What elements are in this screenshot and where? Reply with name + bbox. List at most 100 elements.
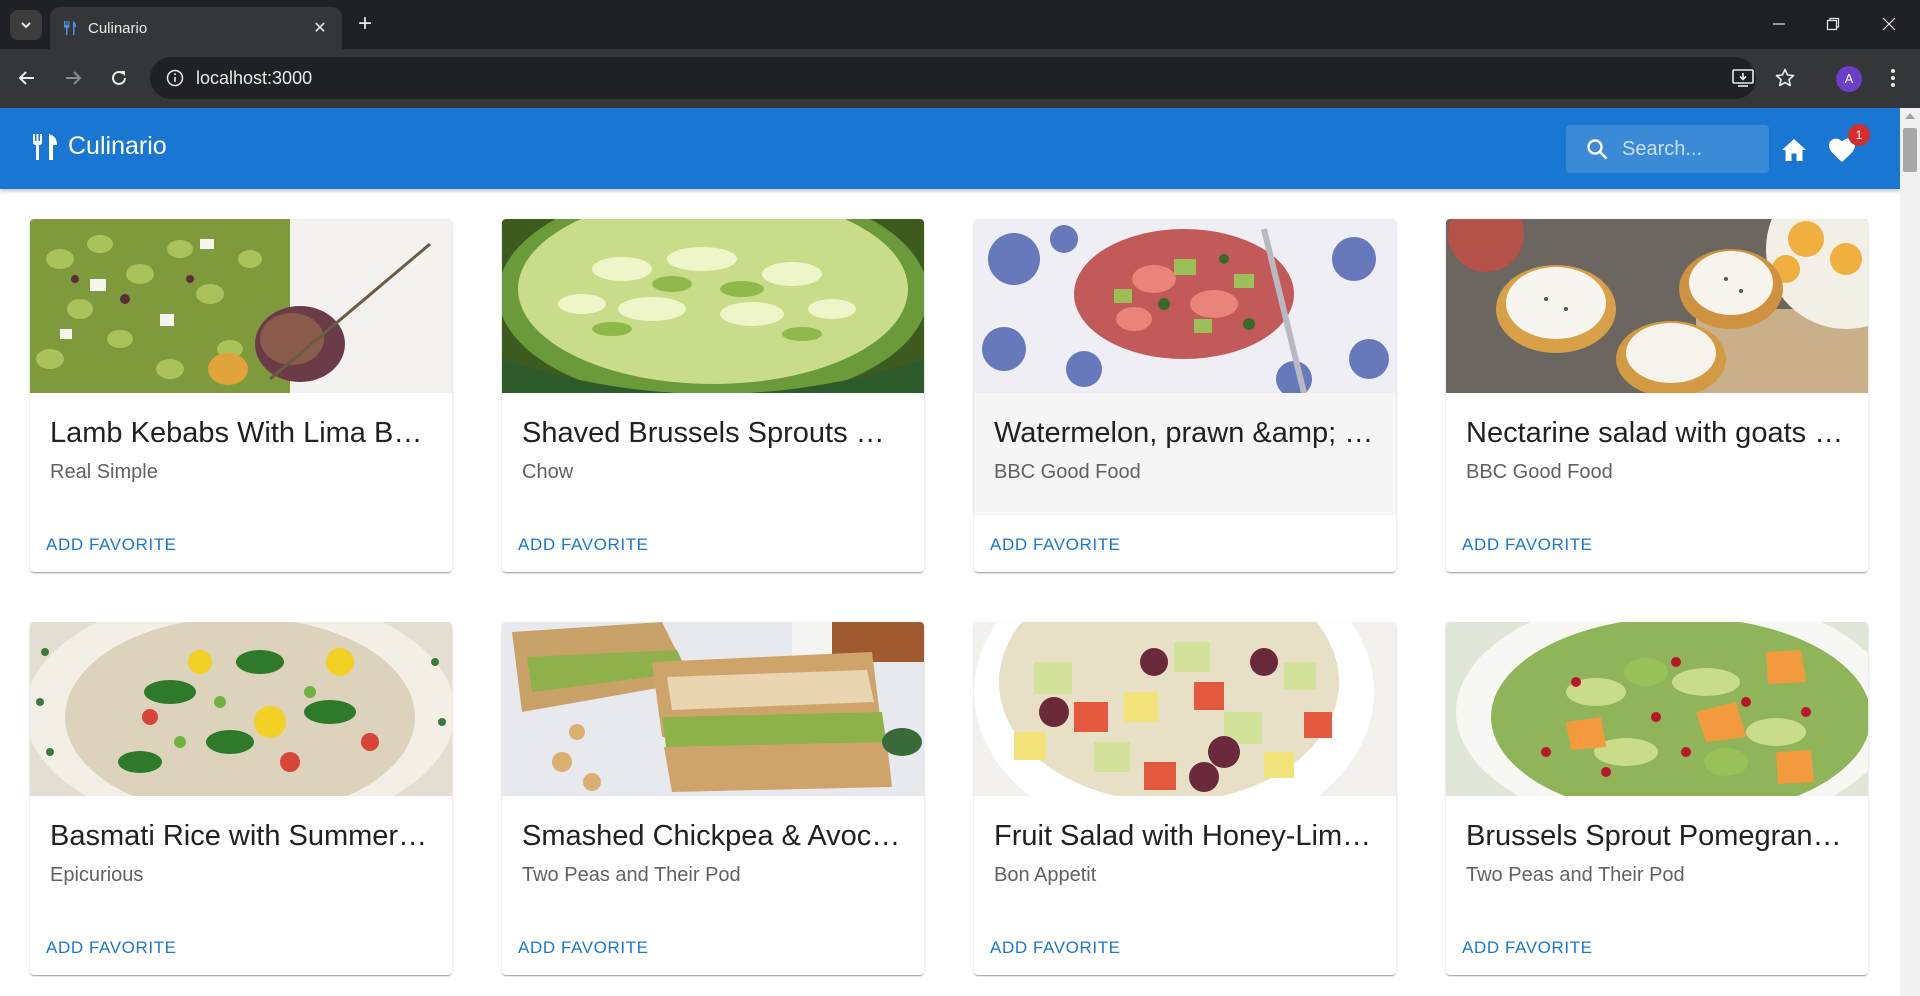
recipe-image[interactable]: [30, 622, 452, 796]
page-scrollbar[interactable]: [1900, 108, 1920, 996]
back-button[interactable]: [12, 63, 42, 93]
browser-tab-bar: Culinario ✕ +: [0, 0, 1920, 49]
recipe-source: BBC Good Food: [1466, 461, 1613, 483]
recipe-image[interactable]: [30, 219, 452, 393]
search-icon: [1587, 139, 1608, 160]
recipe-source: Two Peas and Their Pod: [1466, 864, 1685, 886]
card-actions: ADD FAVORITE: [1446, 515, 1868, 559]
recipe-image[interactable]: [502, 219, 924, 393]
tab-close-icon[interactable]: ✕: [310, 18, 330, 38]
arrow-left-icon: [18, 71, 34, 85]
add-favorite-button[interactable]: ADD FAVORITE: [46, 934, 177, 962]
add-favorite-button[interactable]: ADD FAVORITE: [990, 531, 1121, 559]
recipe-card[interactable]: Shaved Brussels Sprouts Salad Chow ADD F…: [502, 219, 924, 572]
utensils-icon: [64, 21, 76, 35]
card-content: Nectarine salad with goats cheese crosti…: [1446, 393, 1868, 515]
card-content: Lamb Kebabs With Lima Beans Real Simple: [30, 393, 452, 515]
add-favorite-button[interactable]: ADD FAVORITE: [518, 934, 649, 962]
forward-button[interactable]: [58, 63, 88, 93]
new-tab-button[interactable]: +: [352, 12, 378, 38]
recipe-source: Two Peas and Their Pod: [522, 864, 741, 886]
reload-icon: [112, 70, 126, 85]
browser-tab[interactable]: Culinario ✕: [50, 7, 342, 49]
recipe-title: Smashed Chickpea & Avocado Salad Sandwic…: [522, 820, 904, 852]
card-content: Shaved Brussels Sprouts Salad Chow: [502, 393, 924, 515]
card-actions: ADD FAVORITE: [974, 515, 1396, 559]
profile-avatar[interactable]: A: [1836, 66, 1862, 92]
recipe-source: Real Simple: [50, 461, 158, 483]
scroll-up-arrow[interactable]: [1905, 113, 1915, 119]
recipe-title: Watermelon, prawn &amp; avocado salad: [994, 417, 1376, 449]
card-actions: ADD FAVORITE: [30, 918, 452, 962]
brand[interactable]: Culinario: [32, 132, 167, 161]
address-bar[interactable]: localhost:3000: [150, 57, 1756, 99]
app-title: Culinario: [68, 132, 167, 160]
recipe-card[interactable]: Smashed Chickpea & Avocado Salad Sandwic…: [502, 622, 924, 975]
close-window-button[interactable]: [1866, 8, 1912, 40]
install-icon: [1732, 69, 1754, 87]
search-box[interactable]: [1566, 125, 1769, 173]
recipe-title: Fruit Salad with Honey-Lime Dressing: [994, 820, 1376, 852]
card-content: Watermelon, prawn &amp; avocado salad BB…: [974, 393, 1396, 515]
recipe-image[interactable]: [1446, 622, 1868, 796]
restore-icon: [1826, 17, 1840, 31]
recipe-title: Brussels Sprout Pomegranate Salad: [1466, 820, 1848, 852]
recipe-image[interactable]: [974, 219, 1396, 393]
chevron-down-icon: [21, 22, 31, 29]
restaurant-icon: [33, 133, 57, 160]
add-favorite-button[interactable]: ADD FAVORITE: [1462, 531, 1593, 559]
add-favorite-button[interactable]: ADD FAVORITE: [990, 934, 1121, 962]
recipe-card[interactable]: Basmati Rice with Summer Vegetables Epic…: [30, 622, 452, 975]
recipe-card[interactable]: Fruit Salad with Honey-Lime Dressing Bon…: [974, 622, 1396, 975]
card-content: Fruit Salad with Honey-Lime Dressing Bon…: [974, 796, 1396, 918]
minimize-icon: [1773, 23, 1785, 25]
recipe-card[interactable]: Brussels Sprout Pomegranate Salad Two Pe…: [1446, 622, 1868, 975]
url-text: localhost:3000: [196, 67, 313, 88]
card-actions: ADD FAVORITE: [502, 918, 924, 962]
recipe-title: Nectarine salad with goats cheese crosti…: [1466, 417, 1848, 449]
browser-toolbar: localhost:3000: [0, 49, 1920, 108]
recipe-source: Chow: [522, 461, 574, 483]
recipe-card[interactable]: Nectarine salad with goats cheese crosti…: [1446, 219, 1868, 572]
recipe-source: Epicurious: [50, 864, 144, 886]
recipe-source: BBC Good Food: [994, 461, 1141, 483]
recipe-card[interactable]: Watermelon, prawn &amp; avocado salad BB…: [974, 219, 1396, 572]
browser-menu-button[interactable]: [1878, 63, 1908, 93]
restore-button[interactable]: [1810, 8, 1856, 40]
card-actions: ADD FAVORITE: [30, 515, 452, 559]
recipe-card[interactable]: Lamb Kebabs With Lima Beans Real Simple …: [30, 219, 452, 572]
add-favorite-button[interactable]: ADD FAVORITE: [518, 531, 649, 559]
favorites-count-badge: 1: [1848, 124, 1870, 146]
tab-search-button[interactable]: [10, 10, 42, 40]
app-bar: Culinario: [0, 108, 1900, 189]
more-vert-icon: [1891, 69, 1895, 87]
arrow-right-icon: [66, 71, 82, 85]
recipe-title: Shaved Brussels Sprouts Salad: [522, 417, 904, 449]
card-actions: ADD FAVORITE: [502, 515, 924, 559]
add-favorite-button[interactable]: ADD FAVORITE: [46, 531, 177, 559]
recipe-source: Bon Appetit: [994, 864, 1097, 886]
tab-title: Culinario: [88, 19, 148, 37]
recipe-title: Lamb Kebabs With Lima Beans: [50, 417, 432, 449]
star-icon: [1775, 68, 1795, 87]
close-icon: [1882, 17, 1896, 31]
recipe-title: Basmati Rice with Summer Vegetables: [50, 820, 432, 852]
reload-button[interactable]: [104, 63, 134, 93]
card-content: Smashed Chickpea & Avocado Salad Sandwic…: [502, 796, 924, 918]
card-content: Brussels Sprout Pomegranate Salad Two Pe…: [1446, 796, 1868, 918]
install-app-button[interactable]: [1728, 63, 1758, 93]
add-favorite-button[interactable]: ADD FAVORITE: [1462, 934, 1593, 962]
card-actions: ADD FAVORITE: [974, 918, 1396, 962]
home-icon: [1782, 139, 1806, 161]
recipe-image[interactable]: [1446, 219, 1868, 393]
recipe-image[interactable]: [502, 622, 924, 796]
bookmark-button[interactable]: [1770, 63, 1800, 93]
scrollbar-thumb[interactable]: [1903, 128, 1917, 172]
search-input[interactable]: [1622, 137, 1752, 161]
home-button[interactable]: [1778, 134, 1810, 166]
info-icon: [166, 69, 184, 87]
recipe-image[interactable]: [974, 622, 1396, 796]
card-content: Basmati Rice with Summer Vegetables Epic…: [30, 796, 452, 918]
card-actions: ADD FAVORITE: [1446, 918, 1868, 962]
minimize-button[interactable]: [1756, 8, 1802, 40]
